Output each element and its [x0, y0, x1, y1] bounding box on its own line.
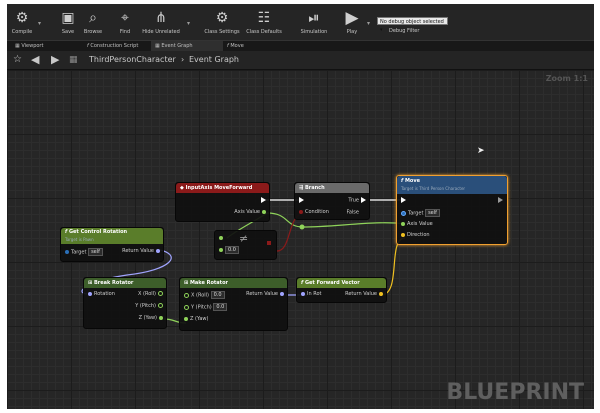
compare-in-a-pin[interactable] [217, 235, 225, 242]
exec-out-pin[interactable] [259, 197, 268, 205]
get-control-rotation-target-pin[interactable]: Target self [63, 248, 103, 257]
editor-tab-bar: ▦ Viewport f Construction Script ▦ Event… [7, 40, 594, 51]
struct-icon: ⊞ [88, 280, 93, 286]
break-rotator-x-pin[interactable]: X (Roll) [138, 291, 165, 298]
hide-unrelated-icon: ⋔ [155, 10, 167, 26]
compare-out-pin[interactable] [265, 240, 273, 247]
play-options-dropdown[interactable]: ▾ [367, 20, 370, 27]
get-forward-vector-node[interactable]: f Get Forward Vector In Rot Return Value [296, 277, 387, 303]
get-control-rotation-node[interactable]: f Get Control Rotation Target is Pawn Ta… [60, 227, 164, 262]
function-icon: f [65, 229, 68, 235]
branch-condition-pin[interactable]: Condition [297, 209, 329, 216]
struct-icon: ⊞ [184, 280, 189, 286]
back-arrow-icon[interactable]: ◀ [31, 51, 39, 69]
graph-breadcrumb-bar: ☆ ◀ ▶ ▦ ThirdPersonCharacter › Event Gra… [7, 51, 594, 70]
float-compare-node[interactable]: 0.0 ≠ [214, 230, 277, 260]
toolbar: ⚙ Compile ▾ ▣ Save ⌕ Browse ⌖ Find ⋔ Hid… [7, 4, 594, 40]
make-rotator-return-pin[interactable]: Return Value [246, 291, 286, 298]
class-defaults-button[interactable]: ☷ Class Defaults [245, 6, 283, 39]
browse-button[interactable]: ⌕ Browse [81, 6, 105, 39]
branch-exec-in-pin[interactable] [297, 197, 306, 205]
make-rotator-x-pin[interactable]: X (Roll) 0.0 [182, 291, 225, 300]
get-forward-vector-return-pin[interactable]: Return Value [345, 291, 385, 298]
find-button[interactable]: ⌖ Find [115, 6, 135, 39]
play-icon: ▶ [345, 8, 359, 28]
break-rotator-node[interactable]: ⊞ Break Rotator Rotation X (Roll) Y (Pit… [83, 277, 167, 329]
browse-icon: ⌕ [89, 10, 97, 26]
compile-button[interactable]: ⚙ Compile [9, 6, 35, 39]
branch-node[interactable]: ⇶ Branch True Condition False [294, 182, 370, 220]
function-icon: f [401, 178, 404, 184]
play-button[interactable]: ▶ Play [341, 6, 363, 39]
compile-options-dropdown[interactable]: ▾ [38, 20, 41, 27]
graph-icon: ▦ [69, 55, 78, 65]
move-axis-value-pin[interactable]: Axis Value [399, 221, 433, 228]
move-function-node[interactable]: f Move Target is Third Person Character … [396, 175, 508, 245]
make-rotator-y-pin[interactable]: Y (Pitch) 0.0 [182, 303, 228, 312]
mouse-cursor-icon: ➤ [477, 146, 485, 156]
debug-filter-label: Debug Filter [389, 28, 420, 34]
make-rotator-node[interactable]: ⊞ Make Rotator X (Roll) 0.0 Return Value… [179, 277, 288, 331]
move-direction-pin[interactable]: Direction [399, 232, 430, 239]
save-icon: ▣ [61, 10, 75, 26]
event-icon: ◆ [180, 185, 184, 191]
get-forward-vector-in-rot-pin[interactable]: In Rot [299, 291, 322, 298]
class-settings-button[interactable]: ⚙ Class Settings [203, 6, 241, 39]
make-rotator-z-pin[interactable]: Z (Yaw) [182, 316, 208, 323]
branch-false-pin[interactable]: False [346, 209, 368, 217]
branch-icon: ⇶ [299, 185, 304, 191]
simulation-icon: ⏯ [308, 10, 320, 26]
break-rotator-rotation-pin[interactable]: Rotation [86, 291, 115, 298]
tab-viewport[interactable]: ▦ Viewport [11, 41, 47, 51]
debug-object-select[interactable]: No debug object selected ▾ [377, 17, 448, 33]
move-target-pin[interactable]: Target self [399, 209, 440, 218]
blueprint-editor-window: ⚙ Compile ▾ ▣ Save ⌕ Browse ⌖ Find ⋔ Hid… [7, 4, 594, 409]
break-rotator-z-pin[interactable]: Z (Yaw) [139, 315, 165, 322]
input-axis-moveforward-node[interactable]: ◆ InputAxis MoveForward Axis Value [175, 182, 270, 222]
simulation-button[interactable]: ⏯ Simulation [297, 6, 331, 39]
class-defaults-icon: ☷ [257, 10, 271, 26]
star-icon[interactable]: ☆ [13, 51, 22, 69]
gear-icon: ⚙ [215, 10, 229, 26]
axis-value-out-pin[interactable]: Axis Value [234, 209, 268, 216]
function-icon: f [301, 280, 304, 286]
find-icon: ⌖ [121, 10, 129, 26]
breadcrumb-separator: › [181, 55, 185, 64]
hide-unrelated-dropdown[interactable]: ▾ [187, 20, 190, 27]
tab-construction-script[interactable]: f Construction Script [83, 41, 142, 51]
move-exec-out-pin[interactable] [496, 197, 505, 205]
tab-event-graph[interactable]: ▦ Event Graph [151, 41, 223, 51]
reroute-node[interactable] [299, 224, 305, 230]
save-button[interactable]: ▣ Save [57, 6, 79, 39]
compile-icon: ⚙ [15, 10, 29, 26]
not-equal-icon: ≠ [239, 232, 249, 245]
compare-in-b-pin[interactable]: 0.0 [217, 246, 239, 255]
breadcrumb-current[interactable]: Event Graph [189, 51, 239, 69]
forward-arrow-icon[interactable]: ▶ [51, 51, 59, 69]
move-exec-in-pin[interactable] [399, 197, 408, 205]
tab-move[interactable]: f Move [223, 41, 248, 51]
get-control-rotation-return-pin[interactable]: Return Value [122, 248, 162, 255]
event-graph-canvas[interactable]: Zoom 1:1 ◆ InputAxis MoveForward Axis Va… [7, 70, 594, 409]
breadcrumb-root[interactable]: ThirdPersonCharacter [89, 51, 176, 69]
branch-true-pin[interactable]: True [348, 197, 368, 205]
blueprint-watermark: BLUEPRINT [446, 380, 584, 405]
hide-unrelated-button[interactable]: ⋔ Hide Unrelated [141, 6, 181, 39]
break-rotator-y-pin[interactable]: Y (Pitch) [135, 303, 165, 310]
